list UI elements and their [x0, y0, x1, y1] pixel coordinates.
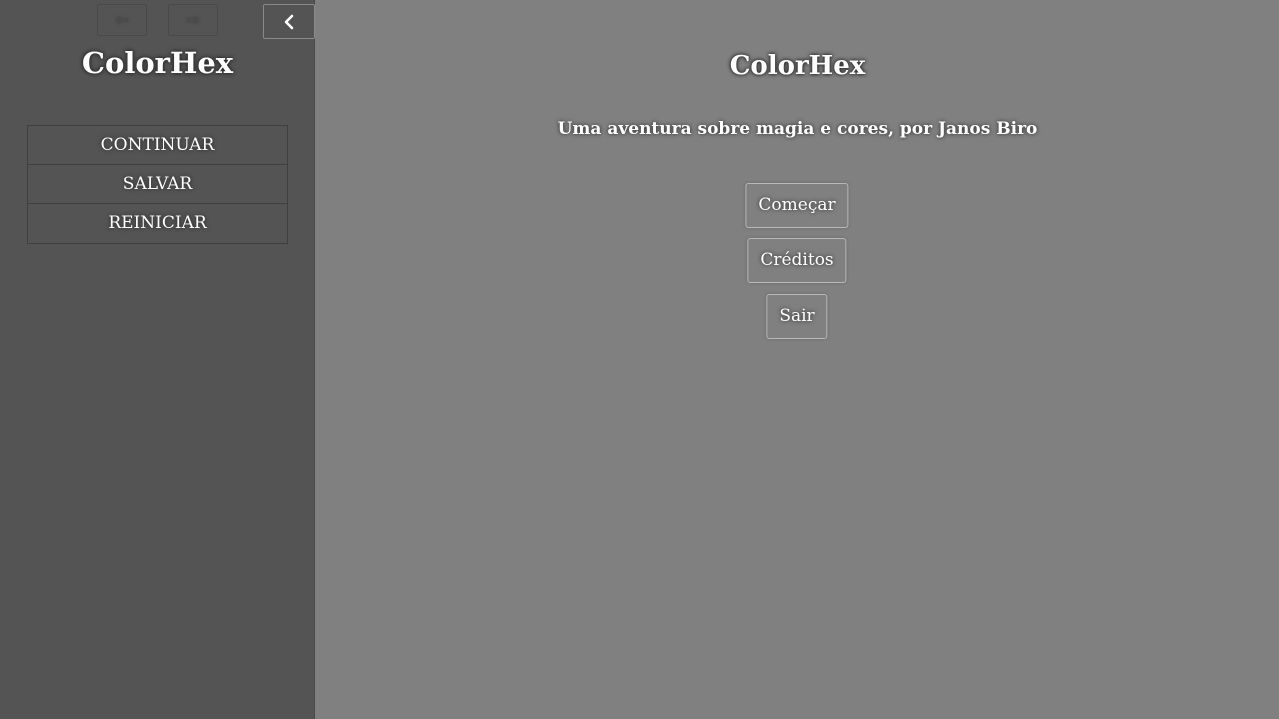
sidebar-menu: CONTINUAR SALVAR REINICIAR [27, 125, 288, 244]
exit-button[interactable]: Sair [766, 294, 828, 339]
history-back-button[interactable]: ⇦ [97, 4, 147, 36]
start-button[interactable]: Começar [745, 183, 849, 228]
history-forward-button[interactable]: ⇨ [168, 4, 218, 36]
sidebar-toggle-button[interactable] [263, 4, 315, 39]
story-title: ColorHex [81, 46, 234, 80]
arrow-left-circle-icon: ⇦ [115, 10, 129, 29]
passage-subtitle: Uma aventura sobre magia e cores, por Ja… [557, 119, 1038, 139]
chevron-left-icon [284, 14, 294, 29]
menu-item-salvar[interactable]: SALVAR [28, 165, 287, 204]
passage-title: ColorHex [729, 51, 866, 81]
menu-item-continuar[interactable]: CONTINUAR [28, 126, 287, 165]
sidebar: ⇦ ⇨ ColorHex CONTINUAR SALVAR REINICIAR [0, 0, 315, 719]
passage-area: ColorHex Uma aventura sobre magia e core… [316, 0, 1279, 719]
arrow-right-circle-icon: ⇨ [186, 10, 200, 29]
menu-item-reiniciar[interactable]: REINICIAR [28, 204, 287, 243]
credits-button[interactable]: Créditos [747, 238, 847, 283]
